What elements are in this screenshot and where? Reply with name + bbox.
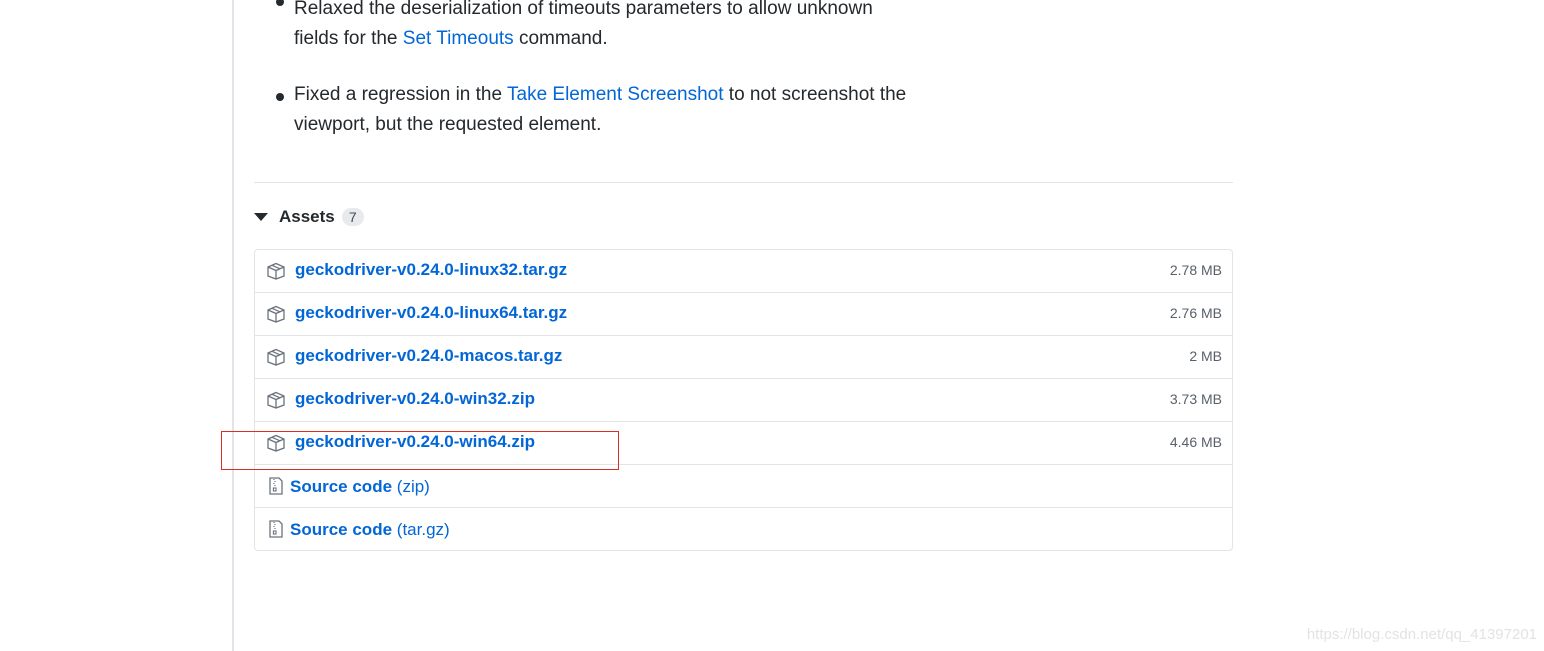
file-zip-icon (269, 477, 283, 495)
asset-row: Source code (zip) (255, 464, 1232, 507)
assets-title: Assets (279, 207, 335, 226)
source-code-link[interactable]: Source code (zip) (290, 477, 430, 497)
release-note-text: Fixed a regression in the (294, 84, 507, 105)
asset-size: 2.78 MB (1169, 262, 1222, 278)
package-icon (267, 262, 285, 280)
asset-size: 2.76 MB (1169, 305, 1222, 321)
asset-size: 2 MB (1189, 348, 1222, 364)
take-element-screenshot-link[interactable]: Take Element Screenshot (507, 84, 724, 105)
asset-download-link[interactable]: geckodriver-v0.24.0-macos.tar.gz (295, 346, 562, 366)
release-page: Relaxed the deserialization of timeouts … (0, 0, 1544, 651)
asset-row: geckodriver-v0.24.0-win64.zip 4.46 MB (255, 421, 1232, 464)
asset-download-link[interactable]: geckodriver-v0.24.0-win32.zip (295, 389, 535, 409)
source-code-label: Source code (290, 477, 393, 496)
package-icon (267, 348, 285, 366)
assets-list: geckodriver-v0.24.0-linux32.tar.gz 2.78 … (254, 249, 1233, 551)
release-notes-list: Relaxed the deserialization of timeouts … (276, 0, 916, 140)
timeline-rule (232, 0, 234, 651)
asset-size: 3.73 MB (1169, 391, 1222, 407)
set-timeouts-link[interactable]: Set Timeouts (403, 28, 514, 49)
asset-row: geckodriver-v0.24.0-macos.tar.gz 2 MB (255, 335, 1232, 378)
assets-toggle[interactable]: Assets 7 (254, 204, 364, 230)
file-zip-icon (269, 520, 283, 538)
watermark: https://blog.csdn.net/qq_41397201 (1306, 626, 1537, 643)
source-code-ext: (zip) (396, 477, 430, 496)
assets-count-badge: 7 (341, 208, 364, 226)
asset-row: geckodriver-v0.24.0-linux32.tar.gz 2.78 … (255, 250, 1232, 292)
asset-download-link[interactable]: geckodriver-v0.24.0-linux32.tar.gz (295, 260, 567, 280)
caret-down-icon (254, 213, 268, 221)
source-code-label: Source code (290, 520, 393, 539)
release-note-item: Fixed a regression in the Take Element S… (276, 80, 916, 140)
asset-download-link[interactable]: geckodriver-v0.24.0-win64.zip (295, 432, 535, 452)
source-code-link[interactable]: Source code (tar.gz) (290, 520, 450, 540)
asset-row: geckodriver-v0.24.0-linux64.tar.gz 2.76 … (255, 292, 1232, 335)
package-icon (267, 434, 285, 452)
package-icon (267, 391, 285, 409)
package-icon (267, 305, 285, 323)
asset-size: 4.46 MB (1169, 434, 1222, 450)
asset-row: geckodriver-v0.24.0-win32.zip 3.73 MB (255, 378, 1232, 421)
release-note-item: Relaxed the deserialization of timeouts … (276, 0, 916, 54)
section-divider (254, 182, 1233, 183)
asset-download-link[interactable]: geckodriver-v0.24.0-linux64.tar.gz (295, 303, 567, 323)
source-code-ext: (tar.gz) (396, 520, 450, 539)
asset-row: Source code (tar.gz) (255, 507, 1232, 550)
release-note-text: command. (513, 28, 608, 49)
